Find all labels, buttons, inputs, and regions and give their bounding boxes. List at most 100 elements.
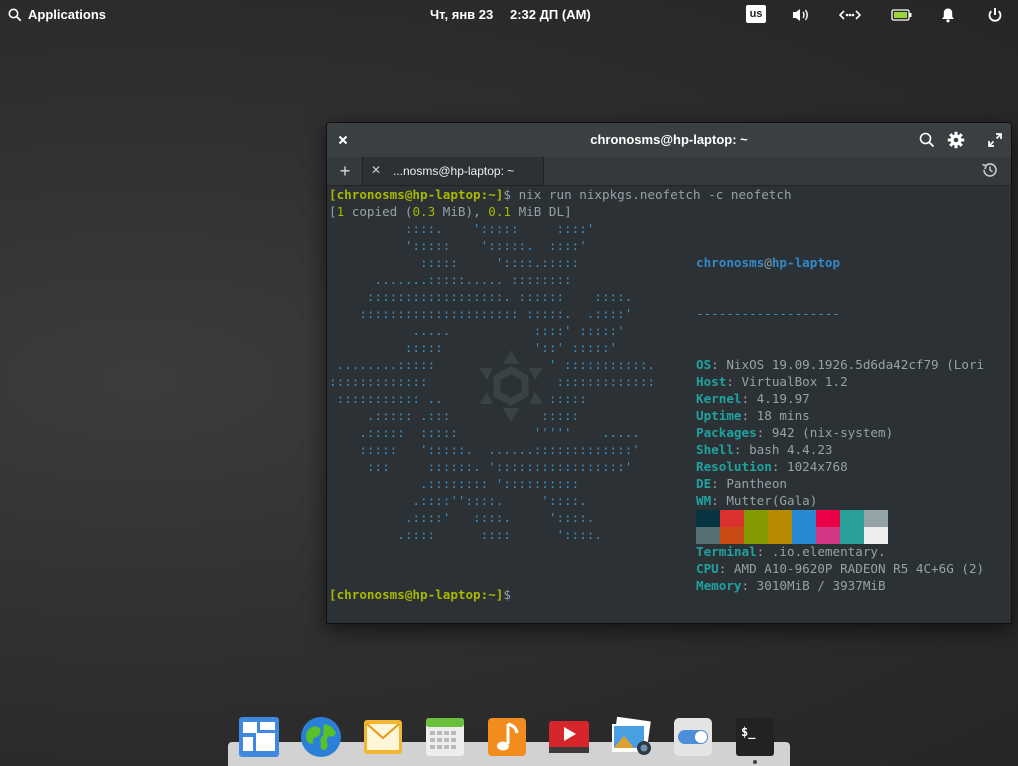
color-swatch bbox=[816, 527, 840, 544]
history-icon[interactable] bbox=[981, 161, 1001, 181]
tab-terminal[interactable]: ✕ ...nosms@hp-laptop: ~ bbox=[362, 157, 544, 185]
color-swatch bbox=[720, 510, 744, 527]
info-row: OS: NixOS 19.09.1926.5d6da42cf79 (Lori bbox=[696, 357, 985, 372]
user-host-line: chronosms@hp-laptop bbox=[696, 255, 841, 270]
search-icon[interactable] bbox=[917, 130, 937, 150]
color-swatch bbox=[696, 510, 720, 527]
download-status: [1 copied (0.3 MiB), 0.1 MiB DL] bbox=[329, 204, 572, 219]
system-info: chronosms@hp-laptop ------------------- … bbox=[696, 220, 985, 623]
color-swatch bbox=[744, 510, 768, 527]
info-row: WM: Mutter(Gala) bbox=[696, 493, 818, 508]
info-key: Terminal bbox=[696, 544, 757, 559]
date-label[interactable]: Чт, янв 23 bbox=[430, 7, 493, 22]
info-separator: ------------------- bbox=[696, 306, 841, 321]
multitasking-view-icon[interactable] bbox=[238, 716, 280, 758]
info-row: Resolution: 1024x768 bbox=[696, 459, 848, 474]
info-value: Mutter(Gala) bbox=[726, 493, 818, 508]
info-row: DE: Pantheon bbox=[696, 476, 788, 491]
volume-icon[interactable] bbox=[790, 5, 812, 25]
info-value: Pantheon bbox=[726, 476, 788, 491]
info-key: DE bbox=[696, 476, 712, 491]
terminal-output[interactable]: [chronosms@hp-laptop:~]$ nix run nixpkgs… bbox=[327, 186, 1011, 623]
info-value: 4.19.97 bbox=[756, 391, 810, 406]
color-swatch bbox=[696, 527, 720, 544]
info-value: 18 mins bbox=[756, 408, 810, 423]
time-label[interactable]: 2:32 ДП (AM) bbox=[510, 7, 591, 22]
network-icon[interactable] bbox=[838, 5, 862, 25]
title-bar[interactable]: chronosms@hp-laptop: ~ bbox=[327, 123, 1011, 157]
info-value: 1024x768 bbox=[787, 459, 848, 474]
top-panel: Applications Чт, янв 23 2:32 ДП (AM) us bbox=[0, 0, 1018, 30]
info-key: Resolution bbox=[696, 459, 772, 474]
color-swatch bbox=[840, 510, 864, 527]
terminal-window: chronosms@hp-laptop: ~ + ✕ ...nosms@hp-l… bbox=[326, 122, 1012, 624]
info-row: Uptime: 18 mins bbox=[696, 408, 810, 423]
music-icon[interactable] bbox=[486, 716, 528, 758]
calendar-icon[interactable] bbox=[424, 716, 466, 758]
info-row: Host: VirtualBox 1.2 bbox=[696, 374, 848, 389]
prompt: [chronosms@hp-laptop:~] bbox=[329, 187, 504, 202]
web-browser-icon[interactable] bbox=[300, 716, 342, 758]
window-title: chronosms@hp-laptop: ~ bbox=[590, 132, 748, 147]
info-row: Shell: bash 4.4.23 bbox=[696, 442, 833, 457]
info-value: NixOS 19.09.1926.5d6da42cf79 (Lori bbox=[726, 357, 985, 372]
color-swatch bbox=[720, 527, 744, 544]
nixos-ascii-logo: ::::. '::::: ::::' '::::: ':::::. ::::' … bbox=[329, 221, 656, 542]
search-icon bbox=[8, 8, 22, 21]
info-row: Packages: 942 (nix-system) bbox=[696, 425, 894, 440]
info-key: OS bbox=[696, 357, 712, 372]
color-swatch bbox=[768, 510, 792, 527]
color-palette bbox=[696, 510, 888, 544]
maximize-icon[interactable] bbox=[985, 130, 1005, 150]
info-row: CPU: AMD A10-9620P RADEON R5 4C+6G (2) bbox=[696, 561, 985, 576]
videos-icon[interactable] bbox=[548, 716, 590, 758]
mail-icon[interactable] bbox=[362, 716, 404, 758]
final-prompt: [chronosms@hp-laptop:~] bbox=[329, 587, 504, 602]
running-indicator bbox=[753, 760, 757, 764]
info-value: VirtualBox 1.2 bbox=[741, 374, 848, 389]
command-line: [chronosms@hp-laptop:~]$ nix run nixpkgs… bbox=[329, 186, 792, 203]
info-key: Memory bbox=[696, 578, 742, 593]
system-settings-icon[interactable] bbox=[672, 716, 714, 758]
info-key: Packages bbox=[696, 425, 757, 440]
prompt-symbol: $ bbox=[503, 187, 511, 202]
tab-bar: + ✕ ...nosms@hp-laptop: ~ bbox=[327, 157, 1011, 186]
info-key: Uptime bbox=[696, 408, 742, 423]
battery-icon[interactable] bbox=[890, 5, 914, 25]
info-key: Shell bbox=[696, 442, 734, 457]
color-swatch bbox=[816, 510, 840, 527]
info-key: WM bbox=[696, 493, 712, 508]
final-prompt-line: [chronosms@hp-laptop:~]$ bbox=[329, 586, 511, 603]
photos-icon[interactable] bbox=[610, 716, 652, 758]
color-swatch bbox=[768, 527, 792, 544]
info-key: Kernel bbox=[696, 391, 742, 406]
applications-label: Applications bbox=[28, 7, 107, 22]
info-value: bash 4.4.23 bbox=[749, 442, 833, 457]
new-tab-button[interactable]: + bbox=[331, 160, 359, 182]
info-value: AMD A10-9620P RADEON R5 4C+6G (2) bbox=[733, 561, 985, 576]
close-tab-icon[interactable]: ✕ bbox=[371, 163, 381, 177]
final-prompt-symbol: $ bbox=[503, 587, 511, 602]
color-swatch bbox=[840, 527, 864, 544]
power-icon[interactable] bbox=[985, 5, 1005, 25]
tab-label: ...nosms@hp-laptop: ~ bbox=[393, 164, 515, 178]
color-swatch bbox=[864, 510, 888, 527]
color-swatch bbox=[744, 527, 768, 544]
keyboard-layout-indicator[interactable]: us bbox=[746, 5, 766, 23]
info-value: 3010MiB / 3937MiB bbox=[756, 578, 886, 593]
terminal-icon[interactable]: $_ bbox=[734, 716, 776, 758]
info-key: Host bbox=[696, 374, 727, 389]
gear-icon[interactable] bbox=[946, 130, 966, 150]
info-value: 942 (nix-system) bbox=[771, 425, 894, 440]
color-swatch bbox=[792, 527, 816, 544]
info-row: Kernel: 4.19.97 bbox=[696, 391, 810, 406]
terminal-icon-glyph: $_ bbox=[741, 725, 756, 740]
command-text: nix run nixpkgs.neofetch -c neofetch bbox=[518, 187, 792, 202]
color-swatch bbox=[792, 510, 816, 527]
info-row: Memory: 3010MiB / 3937MiB bbox=[696, 578, 886, 593]
notification-bell-icon[interactable] bbox=[938, 5, 958, 25]
info-row: Terminal: .io.elementary. bbox=[696, 544, 886, 559]
info-value: .io.elementary. bbox=[771, 544, 886, 559]
applications-menu[interactable]: Applications bbox=[8, 7, 106, 22]
info-key: CPU bbox=[696, 561, 719, 576]
